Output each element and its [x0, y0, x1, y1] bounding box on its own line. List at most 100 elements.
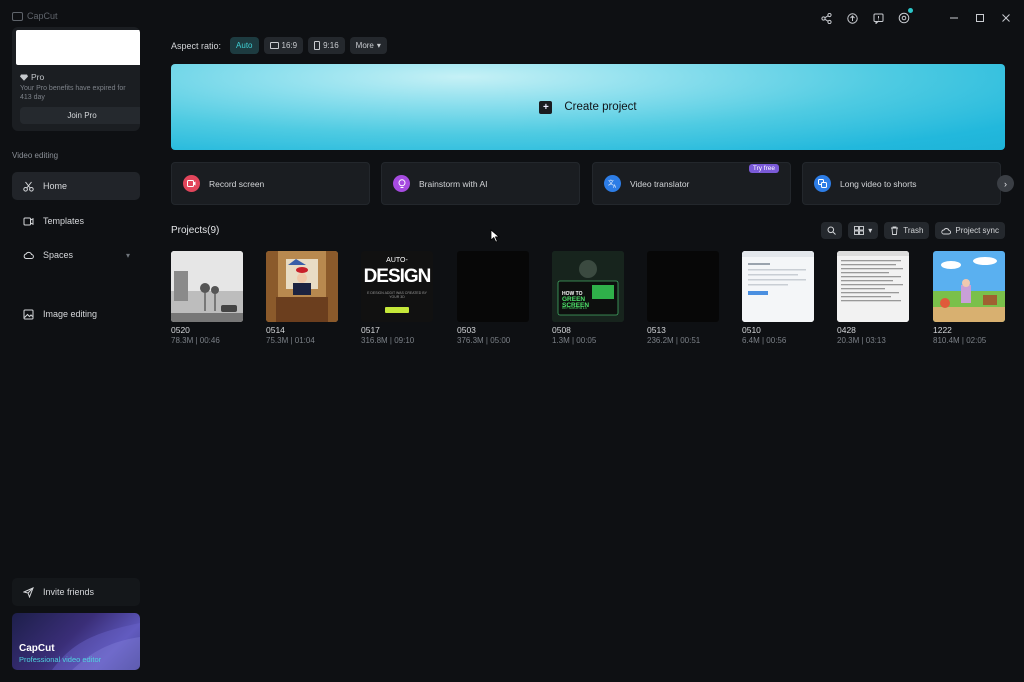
- sidebar-item-home[interactable]: Home: [12, 172, 140, 200]
- top-toolbar: [816, 8, 914, 28]
- aspect-auto-button[interactable]: Auto: [230, 37, 259, 54]
- bulb-icon: [393, 175, 410, 192]
- chevron-right-icon[interactable]: ›: [997, 175, 1014, 192]
- trash-button[interactable]: Trash: [884, 222, 930, 239]
- invite-friends-button[interactable]: Invite friends: [12, 578, 140, 606]
- project-thumbnail: [171, 251, 243, 322]
- sidebar-item-image-editing[interactable]: Image editing: [12, 300, 140, 328]
- project-meta: 316.8M | 09:10: [361, 336, 415, 345]
- close-icon[interactable]: [996, 8, 1016, 28]
- tool-label: Brainstorm with AI: [419, 178, 488, 189]
- tool-brainstorm-ai[interactable]: Brainstorm with AI: [381, 162, 580, 205]
- project-card[interactable]: AUTO- DESIGN E DESIGN ADDIT WAS CREATED …: [361, 251, 433, 345]
- project-meta: 376.3M | 05:00: [457, 336, 511, 345]
- project-card[interactable]: 0503 376.3M | 05:00: [457, 251, 529, 345]
- aspect-16-9-button[interactable]: 16:9: [263, 37, 304, 54]
- chevron-down-icon: ▾: [868, 226, 873, 235]
- tool-label: Long video to shorts: [840, 178, 917, 189]
- pro-title-label: Pro: [31, 72, 45, 82]
- view-toggle-button[interactable]: ▾: [848, 222, 879, 239]
- sidebar-item-label: Templates: [43, 216, 85, 226]
- search-button[interactable]: [821, 222, 843, 239]
- diamond-icon: [20, 74, 28, 81]
- project-sync-button[interactable]: Project sync: [935, 222, 1005, 239]
- window-controls: [944, 8, 1016, 28]
- project-meta: 78.3M | 00:46: [171, 336, 220, 345]
- aspect-option-label: 9:16: [323, 41, 339, 50]
- notification-dot: [908, 8, 913, 13]
- create-project-button[interactable]: + Create project: [171, 64, 1005, 150]
- project-name: 0510: [742, 325, 761, 335]
- upload-icon[interactable]: [842, 8, 862, 28]
- project-card[interactable]: HOW TO GREEN SCREEN IN FILMORA 14 0508 1.…: [552, 251, 624, 345]
- account-avatar-redacted[interactable]: [16, 30, 140, 65]
- plus-icon: +: [539, 100, 553, 114]
- record-icon: [183, 175, 200, 192]
- project-name: 0517: [361, 325, 380, 335]
- project-sync-label: Project sync: [955, 226, 999, 235]
- create-project-label: Create project: [564, 101, 637, 113]
- project-thumbnail: [837, 251, 909, 322]
- sidebar-item-templates[interactable]: Templates: [12, 207, 140, 235]
- project-thumbnail: [457, 251, 529, 322]
- invite-friends-label: Invite friends: [43, 587, 95, 597]
- project-card[interactable]: 0520 78.3M | 00:46: [171, 251, 243, 345]
- project-meta: 20.3M | 03:13: [837, 336, 886, 345]
- maximize-icon[interactable]: [970, 8, 990, 28]
- landscape-icon: [269, 42, 279, 49]
- join-pro-button[interactable]: Join Pro: [20, 107, 140, 124]
- project-meta: 1.3M | 00:05: [552, 336, 597, 345]
- send-icon: [23, 586, 34, 598]
- search-icon: [827, 226, 837, 235]
- pro-title: Pro: [20, 72, 44, 82]
- section-label: Video editing: [12, 151, 59, 160]
- try-free-badge: Try free: [748, 164, 779, 173]
- aspect-ratio-label: Aspect ratio:: [171, 40, 222, 51]
- project-thumbnail: AUTO- DESIGN E DESIGN ADDIT WAS CREATED …: [361, 251, 433, 322]
- grid-view-icon: [854, 226, 865, 235]
- projects-toolbar: ▾ Trash Project sync: [821, 222, 1005, 239]
- promo-banner[interactable]: CapCut Professional video editor: [12, 613, 140, 670]
- project-card[interactable]: 0510 6.4M | 00:56: [742, 251, 814, 345]
- feedback-icon[interactable]: [868, 8, 888, 28]
- sidebar: Pro Your Pro benefits have expired for 4…: [0, 0, 152, 682]
- title-bar: CapCut: [0, 0, 1024, 34]
- image-icon: [23, 309, 34, 319]
- project-card[interactable]: 0514 75.3M | 01:04: [266, 251, 338, 345]
- project-card[interactable]: 0428 20.3M | 03:13: [837, 251, 909, 345]
- mouse-cursor-icon: [490, 229, 500, 243]
- scissors-icon: [23, 181, 34, 192]
- project-thumbnail: [933, 251, 1005, 322]
- chevron-down-icon: ▾: [376, 41, 381, 50]
- tools-row: Record screen Brainstorm with AI 文A Vide…: [171, 162, 1014, 205]
- tool-long-video-to-shorts[interactable]: Long video to shorts: [802, 162, 1001, 205]
- tool-label: Record screen: [209, 178, 265, 189]
- project-meta: 75.3M | 01:04: [266, 336, 315, 345]
- minimize-icon[interactable]: [944, 8, 964, 28]
- pro-description: Your Pro benefits have expired for 413 d…: [20, 85, 126, 101]
- thumbnail-caption: E DESIGN ADDIT WAS CREATED BY YOUR 3D: [367, 291, 427, 299]
- aspect-9-16-button[interactable]: 9:16: [308, 37, 345, 54]
- translate-icon: 文A: [604, 175, 621, 192]
- promo-title: CapCut: [19, 643, 55, 654]
- tool-video-translator[interactable]: 文A Video translator Try free: [592, 162, 791, 205]
- project-name: 0503: [457, 325, 476, 335]
- aspect-more-button[interactable]: More ▾: [349, 37, 387, 54]
- share-icon[interactable]: [816, 8, 836, 28]
- settings-icon[interactable]: [894, 8, 914, 28]
- more-label: More: [355, 41, 374, 50]
- sidebar-item-spaces[interactable]: Spaces ▾: [12, 241, 140, 269]
- sidebar-item-label: Image editing: [43, 309, 98, 319]
- templates-icon: [23, 217, 34, 225]
- project-name: 0513: [647, 325, 666, 335]
- thumbnail-text-top: AUTO-: [386, 257, 408, 264]
- project-meta: 810.4M | 02:05: [933, 336, 987, 345]
- aspect-option-label: Auto: [236, 41, 253, 50]
- thumbnail-caption: IN FILMORA 14: [562, 306, 587, 310]
- trash-icon: [891, 226, 899, 235]
- projects-title: Projects(9): [171, 225, 220, 236]
- project-card[interactable]: 0513 236.2M | 00:51: [647, 251, 719, 345]
- tool-record-screen[interactable]: Record screen: [171, 162, 370, 205]
- project-thumbnail: [647, 251, 719, 322]
- project-card[interactable]: 1222 810.4M | 02:05: [933, 251, 1005, 345]
